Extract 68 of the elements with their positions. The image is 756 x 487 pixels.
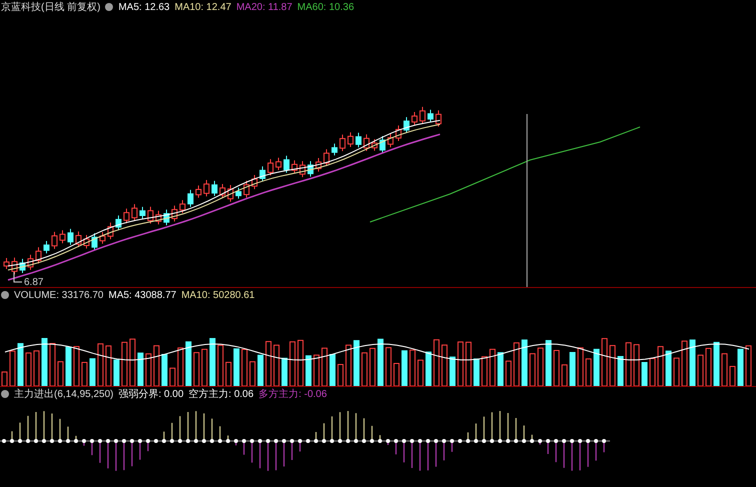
- candlestick: [124, 208, 130, 224]
- candlestick: [108, 222, 114, 240]
- volume-title: VOLUME: 33176.70: [14, 290, 104, 300]
- candlestick: [244, 180, 250, 198]
- volume-average-label: MA10: 50280.61: [181, 290, 255, 300]
- volume-average-label: MA5: 43088.77: [108, 290, 176, 300]
- candlestick: [84, 234, 90, 250]
- indicator-value-label: 空方主力: 0.06: [188, 388, 254, 401]
- candlestick: [228, 184, 234, 202]
- candlestick: [172, 205, 178, 222]
- candlestick: [340, 134, 346, 152]
- moving-average-label: MA5: 12.63: [118, 2, 170, 12]
- candlestick: [156, 210, 162, 225]
- candlestick: [204, 180, 210, 197]
- candlestick: [364, 134, 370, 152]
- candlestick: [284, 155, 290, 174]
- candlestick: [428, 109, 434, 123]
- stock-title: 京蓝科技(日线 前复权): [1, 0, 100, 14]
- candlestick: [100, 232, 106, 244]
- candlestick: [404, 116, 410, 134]
- moving-average-label: MA10: 12.47: [174, 2, 232, 12]
- candlestick: [12, 257, 18, 275]
- candlestick: [388, 133, 394, 148]
- candlestick: [4, 258, 10, 270]
- candlestick: [196, 184, 202, 198]
- candlestick: [324, 148, 330, 167]
- candlestick: [188, 189, 194, 208]
- candlestick: [420, 106, 426, 124]
- candlestick: [252, 174, 258, 190]
- candlestick: [356, 132, 362, 148]
- candlestick: [236, 187, 242, 200]
- indicator-title: 主力进出(6,14,95,250): [14, 388, 114, 401]
- candlestick: [20, 258, 26, 274]
- candlestick: [372, 138, 378, 152]
- candlestick: [316, 158, 322, 172]
- candlestick: [60, 230, 66, 244]
- candlestick: [436, 110, 442, 128]
- indicator-value-label: 强弱分界: 0.00: [118, 388, 184, 401]
- candlestick: [164, 209, 170, 226]
- candlestick: [132, 204, 138, 222]
- candlestick: [276, 157, 282, 171]
- candlestick: [76, 231, 82, 248]
- candlestick: [44, 240, 50, 254]
- candlestick: [300, 160, 306, 178]
- candlestick: [412, 112, 418, 126]
- candlestick: [396, 124, 402, 142]
- candlestick: [292, 160, 298, 174]
- candlestick: [148, 206, 154, 224]
- moving-average-label: MA60: 10.36: [297, 2, 354, 12]
- candlestick: [116, 214, 122, 231]
- candlestick: [180, 200, 186, 214]
- candlestick: [140, 206, 146, 219]
- candlestick: [52, 231, 58, 250]
- candlestick: [36, 246, 42, 264]
- candlestick: [28, 254, 34, 270]
- candlestick: [220, 183, 226, 199]
- candlestick: [92, 232, 98, 251]
- candlestick: [260, 166, 266, 182]
- indicator-value-label: 多方主力: -0.06: [258, 388, 327, 401]
- candlestick: [380, 136, 386, 154]
- candlestick: [332, 143, 338, 156]
- low-price-label: 6.87: [24, 277, 44, 287]
- candlestick: [268, 158, 274, 176]
- candlestick: [212, 180, 218, 197]
- candlestick: [348, 132, 354, 148]
- moving-average-label: MA20: 11.87: [236, 2, 292, 12]
- candlestick: [308, 160, 314, 178]
- candlestick: [68, 228, 74, 246]
